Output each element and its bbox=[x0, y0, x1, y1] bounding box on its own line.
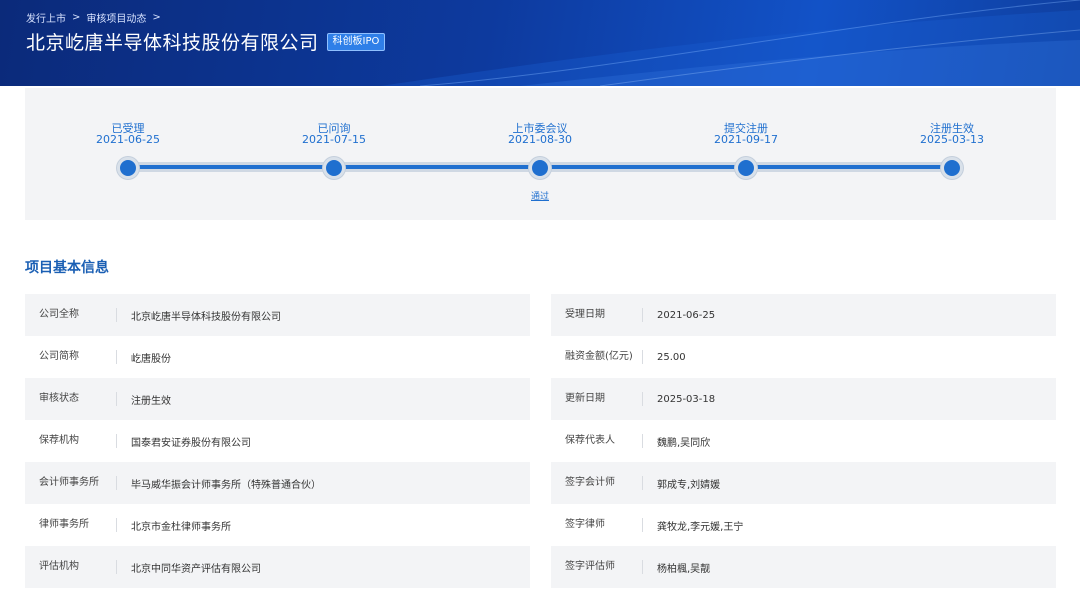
step-dot-icon bbox=[529, 157, 551, 179]
progress-timeline: 已受理 2021-06-25 已问询 2021-07-15 上市委会议 2021… bbox=[25, 88, 1056, 220]
field-value: 屹唐股份 bbox=[131, 353, 171, 365]
step-dot-icon bbox=[117, 157, 139, 179]
table-row: 签字律师 龚牧龙,李元媛,王宁 bbox=[551, 504, 1056, 546]
table-row: 受理日期 2021-06-25 bbox=[551, 294, 1056, 336]
page-title: 北京屹唐半导体科技股份有限公司 bbox=[26, 32, 319, 54]
field-label: 评估机构 bbox=[25, 560, 117, 574]
step-date: 2025-03-13 bbox=[920, 133, 984, 146]
step-dot-icon bbox=[323, 157, 345, 179]
field-value: 25.00 bbox=[657, 351, 686, 363]
table-row: 律师事务所 北京市金杜律师事务所 bbox=[25, 504, 530, 546]
table-row: 更新日期 2025-03-18 bbox=[551, 378, 1056, 420]
field-label: 受理日期 bbox=[551, 308, 643, 322]
field-value: 杨柏楓,吴靓 bbox=[657, 563, 711, 575]
field-value: 郭成专,刘婧媛 bbox=[657, 479, 721, 491]
field-label: 融资金额(亿元) bbox=[551, 350, 643, 364]
step-date: 2021-06-25 bbox=[96, 133, 160, 146]
table-row: 公司全称 北京屹唐半导体科技股份有限公司 bbox=[25, 294, 530, 336]
field-label: 保荐机构 bbox=[25, 434, 117, 448]
step-dot-icon bbox=[735, 157, 757, 179]
breadcrumb-item-ipo[interactable]: 发行上市 bbox=[26, 10, 66, 25]
breadcrumb: 发行上市 > 审核项目动态 > bbox=[26, 10, 161, 25]
field-value: 2021-06-25 bbox=[657, 309, 716, 321]
field-value: 毕马威华振会计师事务所（特殊普通合伙） bbox=[131, 479, 321, 491]
field-value: 北京屹唐半导体科技股份有限公司 bbox=[131, 311, 281, 323]
board-badge: 科创板IPO bbox=[326, 32, 386, 51]
field-value: 2025-03-18 bbox=[657, 393, 716, 405]
table-row: 签字评估师 杨柏楓,吴靓 bbox=[551, 546, 1056, 588]
table-row: 审核状态 注册生效 bbox=[25, 378, 530, 420]
field-value: 国泰君安证券股份有限公司 bbox=[131, 437, 251, 449]
field-label: 律师事务所 bbox=[25, 518, 117, 532]
table-row: 评估机构 北京中同华资产评估有限公司 bbox=[25, 546, 530, 588]
table-row: 会计师事务所 毕马威华振会计师事务所（特殊普通合伙） bbox=[25, 462, 530, 504]
field-label: 保荐代表人 bbox=[551, 434, 643, 448]
table-row: 保荐代表人 魏鹏,吴同欣 bbox=[551, 420, 1056, 462]
step-dot-icon bbox=[941, 157, 963, 179]
step-date: 2021-09-17 bbox=[714, 133, 778, 146]
step-date: 2021-08-30 bbox=[508, 133, 572, 146]
breadcrumb-item-review[interactable]: 审核项目动态 bbox=[86, 10, 146, 25]
field-label: 公司简称 bbox=[25, 350, 117, 364]
field-label: 更新日期 bbox=[551, 392, 643, 406]
chevron-right-icon: > bbox=[152, 12, 161, 23]
chevron-right-icon: > bbox=[72, 12, 81, 23]
table-row: 融资金额(亿元) 25.00 bbox=[551, 336, 1056, 378]
table-row: 公司简称 屹唐股份 bbox=[25, 336, 530, 378]
field-value: 注册生效 bbox=[131, 395, 171, 407]
info-table-right: 受理日期 2021-06-25 融资金额(亿元) 25.00 更新日期 2025… bbox=[551, 294, 1056, 588]
field-label: 公司全称 bbox=[25, 308, 117, 322]
section-title: 项目基本信息 bbox=[25, 260, 109, 276]
table-row: 保荐机构 国泰君安证券股份有限公司 bbox=[25, 420, 530, 462]
header-banner: 发行上市 > 审核项目动态 > 北京屹唐半导体科技股份有限公司 科创板IPO bbox=[0, 0, 1080, 86]
field-label: 签字会计师 bbox=[551, 476, 643, 490]
table-row: 签字会计师 郭成专,刘婧媛 bbox=[551, 462, 1056, 504]
field-value: 北京市金杜律师事务所 bbox=[131, 521, 231, 533]
step-result-link[interactable]: 通过 bbox=[470, 189, 610, 202]
field-label: 签字评估师 bbox=[551, 560, 643, 574]
field-value: 魏鹏,吴同欣 bbox=[657, 437, 711, 449]
field-value: 龚牧龙,李元媛,王宁 bbox=[657, 521, 744, 533]
field-label: 审核状态 bbox=[25, 392, 117, 406]
field-label: 签字律师 bbox=[551, 518, 643, 532]
field-value: 北京中同华资产评估有限公司 bbox=[131, 563, 261, 575]
info-table-left: 公司全称 北京屹唐半导体科技股份有限公司 公司简称 屹唐股份 审核状态 注册生效… bbox=[25, 294, 530, 588]
field-label: 会计师事务所 bbox=[25, 476, 117, 490]
step-date: 2021-07-15 bbox=[302, 133, 366, 146]
